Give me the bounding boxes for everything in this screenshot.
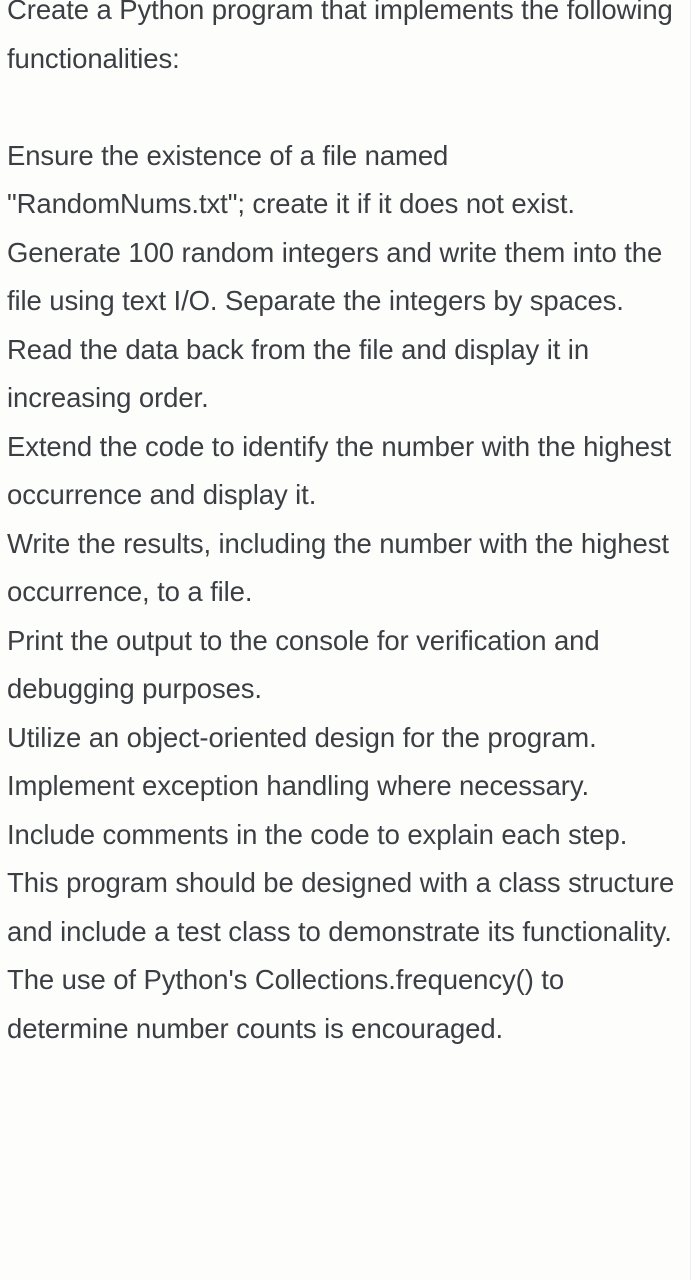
requirement-text: Ensure the existence of a file named "Ra…: [7, 139, 575, 220]
list-item: Ensure the existence of a file named "Ra…: [7, 132, 689, 229]
requirement-text: Print the output to the console for veri…: [7, 624, 608, 705]
requirement-text: This program should be designed with a c…: [7, 867, 682, 1044]
intro-paragraph: Create a Python program that implements …: [7, 0, 681, 74]
requirement-text: Generate 100 random integers and write t…: [7, 236, 670, 317]
list-item: Utilize an object-oriented design for th…: [7, 714, 689, 763]
document-content: Create a Python program that implements …: [0, 0, 690, 1054]
list-item: Write the results, including the number …: [7, 520, 689, 617]
list-item: Extend the code to identify the number w…: [7, 423, 689, 520]
list-item: Read the data back from the file and dis…: [7, 326, 689, 423]
requirements-list: Ensure the existence of a file named "Ra…: [7, 132, 689, 1054]
requirement-text: Read the data back from the file and dis…: [7, 333, 597, 414]
requirement-text: Utilize an object-oriented design for th…: [7, 721, 597, 753]
list-item: Generate 100 random integers and write t…: [7, 229, 689, 326]
list-item: Print the output to the console for veri…: [7, 617, 689, 714]
document-viewport[interactable]: Create a Python program that implements …: [0, 0, 691, 1280]
requirement-text: Implement exception handling where neces…: [7, 770, 589, 801]
list-item: This program should be designed with a c…: [7, 859, 689, 1053]
requirement-text: Extend the code to identify the number w…: [7, 430, 679, 511]
requirement-text: Write the results, including the number …: [7, 527, 677, 608]
list-item: Include comments in the code to explain …: [7, 811, 689, 860]
requirement-text: Include comments in the code to explain …: [7, 818, 628, 850]
list-item: Implement exception handling where neces…: [7, 762, 689, 811]
